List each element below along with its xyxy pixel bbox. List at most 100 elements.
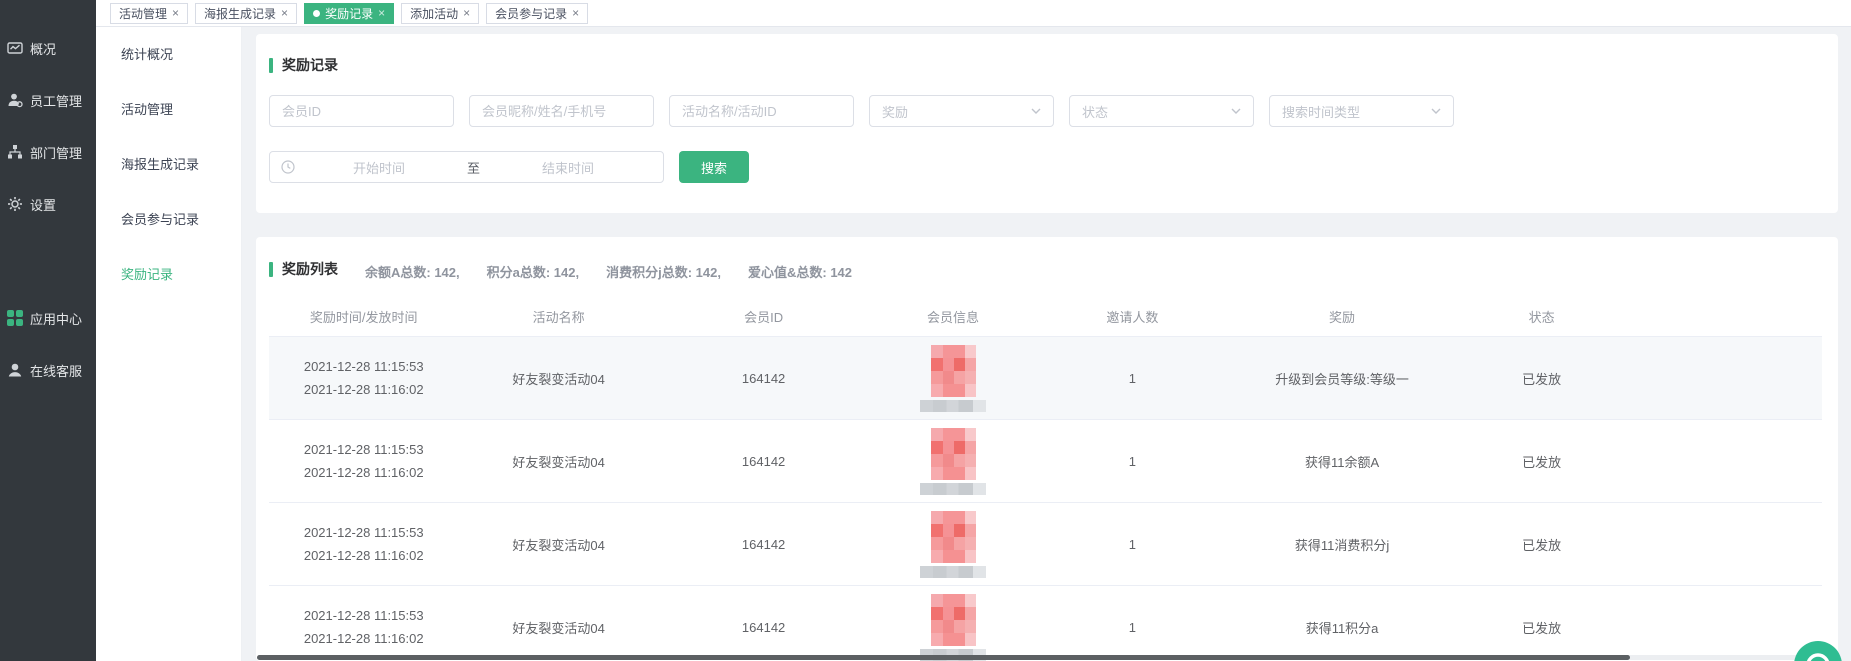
- tab-poster-records[interactable]: 海报生成记录 ×: [195, 3, 297, 24]
- secondary-sidebar: 统计概况 活动管理 海报生成记录 会员参与记录 奖励记录: [96, 27, 242, 661]
- tab-close-icon[interactable]: ×: [281, 7, 288, 19]
- end-time-placeholder[interactable]: 结束时间: [484, 158, 652, 177]
- tags-view-bar: 活动管理 × 海报生成记录 × 奖励记录 × 添加活动 × 会员参与记录 ×: [96, 0, 1851, 27]
- tab-label: 海报生成记录: [204, 5, 276, 22]
- stat-balance-total: 余额A总数: 142,: [365, 262, 460, 281]
- sidebar-item-employees[interactable]: 员工管理: [0, 74, 96, 126]
- cell-status: 已发放: [1457, 337, 1626, 420]
- tab-add-activity[interactable]: 添加活动 ×: [401, 3, 479, 24]
- cell-member-info: [868, 420, 1037, 503]
- col-invite-count: 邀请人数: [1038, 297, 1227, 337]
- sidebar-item-settings[interactable]: 设置: [0, 178, 96, 230]
- main-sidebar: 概况 员工管理 部门管理 设置 应用中心: [0, 0, 96, 661]
- sidebar-item-label: 概况: [30, 39, 56, 58]
- app-center-icon: [7, 310, 23, 326]
- submenu-item-poster-records[interactable]: 海报生成记录: [96, 137, 241, 192]
- cell-invites: 1: [1038, 586, 1227, 661]
- table-row: 2021-12-28 11:15:53 2021-12-28 11:16:02 …: [269, 586, 1822, 661]
- cell-activity: 好友裂变活动04: [458, 586, 658, 661]
- col-member-id: 会员ID: [659, 297, 869, 337]
- col-reward: 奖励: [1227, 297, 1457, 337]
- sidebar-item-customer-service[interactable]: 在线客服: [0, 344, 96, 396]
- cell-times: 2021-12-28 11:15:53 2021-12-28 11:16:02: [269, 586, 458, 661]
- cell-times: 2021-12-28 11:15:53 2021-12-28 11:16:02: [269, 337, 458, 420]
- cell-invites: 1: [1038, 420, 1227, 503]
- sidebar-item-departments[interactable]: 部门管理: [0, 126, 96, 178]
- cell-activity: 好友裂变活动04: [458, 503, 658, 586]
- reward-select-placeholder: 奖励: [882, 102, 908, 121]
- date-range-picker[interactable]: 开始时间 至 结束时间: [269, 151, 664, 183]
- tab-close-icon[interactable]: ×: [572, 7, 579, 19]
- cell-reward: 获得11余额A: [1227, 420, 1457, 503]
- scrollbar-thumb[interactable]: [257, 655, 1630, 660]
- cell-filler: [1626, 586, 1822, 661]
- tab-activity-management[interactable]: 活动管理 ×: [110, 3, 188, 24]
- tab-label: 会员参与记录: [495, 5, 567, 22]
- member-id-input[interactable]: [269, 95, 454, 127]
- col-reward-time: 奖励时间/发放时间: [269, 297, 458, 337]
- submenu-item-stats-overview[interactable]: 统计概况: [96, 27, 241, 82]
- submenu-item-reward-records[interactable]: 奖励记录: [96, 247, 241, 302]
- tab-member-participation[interactable]: 会员参与记录 ×: [486, 3, 588, 24]
- tab-reward-records[interactable]: 奖励记录 ×: [304, 3, 394, 24]
- table-row: 2021-12-28 11:15:53 2021-12-28 11:16:02 …: [269, 503, 1822, 586]
- settings-gear-icon: [7, 196, 23, 212]
- issue-time: 2021-12-28 11:16:02: [269, 627, 458, 650]
- active-dot-icon: [313, 10, 320, 17]
- reward-search-panel: 奖励记录 奖励 状态 搜索时间类型: [256, 34, 1838, 213]
- member-avatar-blurred: [931, 428, 976, 480]
- start-time-placeholder[interactable]: 开始时间: [295, 158, 463, 177]
- cell-filler: [1626, 420, 1822, 503]
- cell-invites: 1: [1038, 337, 1227, 420]
- sidebar-item-label: 在线客服: [30, 361, 82, 380]
- cell-member-info: [868, 503, 1037, 586]
- overview-chart-icon: [7, 40, 23, 56]
- cell-member-id: 164142: [659, 420, 869, 503]
- issue-time: 2021-12-28 11:16:02: [269, 461, 458, 484]
- stat-points-a-total: 积分a总数: 142,: [487, 262, 579, 281]
- sidebar-item-app-center[interactable]: 应用中心: [0, 292, 96, 344]
- cell-times: 2021-12-28 11:15:53 2021-12-28 11:16:02: [269, 420, 458, 503]
- member-avatar-blurred: [931, 345, 976, 397]
- cell-times: 2021-12-28 11:15:53 2021-12-28 11:16:02: [269, 503, 458, 586]
- table-row: 2021-12-28 11:15:53 2021-12-28 11:16:02 …: [269, 337, 1822, 420]
- col-status: 状态: [1457, 297, 1626, 337]
- floating-service-button[interactable]: [1794, 641, 1842, 661]
- col-member-info: 会员信息: [868, 297, 1037, 337]
- department-icon: [7, 144, 23, 160]
- sidebar-item-overview[interactable]: 概况: [0, 22, 96, 74]
- cell-member-id: 164142: [659, 337, 869, 420]
- tab-close-icon[interactable]: ×: [378, 7, 385, 19]
- tab-label: 活动管理: [119, 5, 167, 22]
- app-window: 概况 员工管理 部门管理 设置 应用中心: [0, 0, 1851, 661]
- list-title: 奖励列表: [282, 259, 338, 279]
- issue-time: 2021-12-28 11:16:02: [269, 378, 458, 401]
- cell-reward: 获得11消费积分j: [1227, 503, 1457, 586]
- chevron-down-icon: [1231, 108, 1241, 115]
- stat-love-value-total: 爱心值&总数: 142: [748, 262, 852, 281]
- chevron-down-icon: [1031, 108, 1041, 115]
- reward-stats: 余额A总数: 142, 积分a总数: 142, 消费积分j总数: 142, 爱心…: [365, 262, 852, 281]
- reward-time: 2021-12-28 11:15:53: [269, 521, 458, 544]
- cell-filler: [1626, 337, 1822, 420]
- activity-input[interactable]: [669, 95, 854, 127]
- member-name-blurred: [920, 483, 986, 495]
- submenu-item-activity-management[interactable]: 活动管理: [96, 82, 241, 137]
- reward-select[interactable]: 奖励: [869, 95, 1054, 127]
- time-type-select[interactable]: 搜索时间类型: [1269, 95, 1454, 127]
- title-accent-bar: [269, 58, 273, 73]
- filter-row-2: 开始时间 至 结束时间 搜索: [269, 151, 1822, 183]
- reward-time: 2021-12-28 11:15:53: [269, 355, 458, 378]
- member-avatar-blurred: [931, 511, 976, 563]
- cell-status: 已发放: [1457, 503, 1626, 586]
- cell-invites: 1: [1038, 503, 1227, 586]
- cell-member-id: 164142: [659, 503, 869, 586]
- tab-close-icon[interactable]: ×: [463, 7, 470, 19]
- cell-member-info: [868, 586, 1037, 661]
- tab-close-icon[interactable]: ×: [172, 7, 179, 19]
- col-activity-name: 活动名称: [458, 297, 658, 337]
- submenu-item-member-participation[interactable]: 会员参与记录: [96, 192, 241, 247]
- status-select[interactable]: 状态: [1069, 95, 1254, 127]
- search-button[interactable]: 搜索: [679, 151, 749, 183]
- member-name-input[interactable]: [469, 95, 654, 127]
